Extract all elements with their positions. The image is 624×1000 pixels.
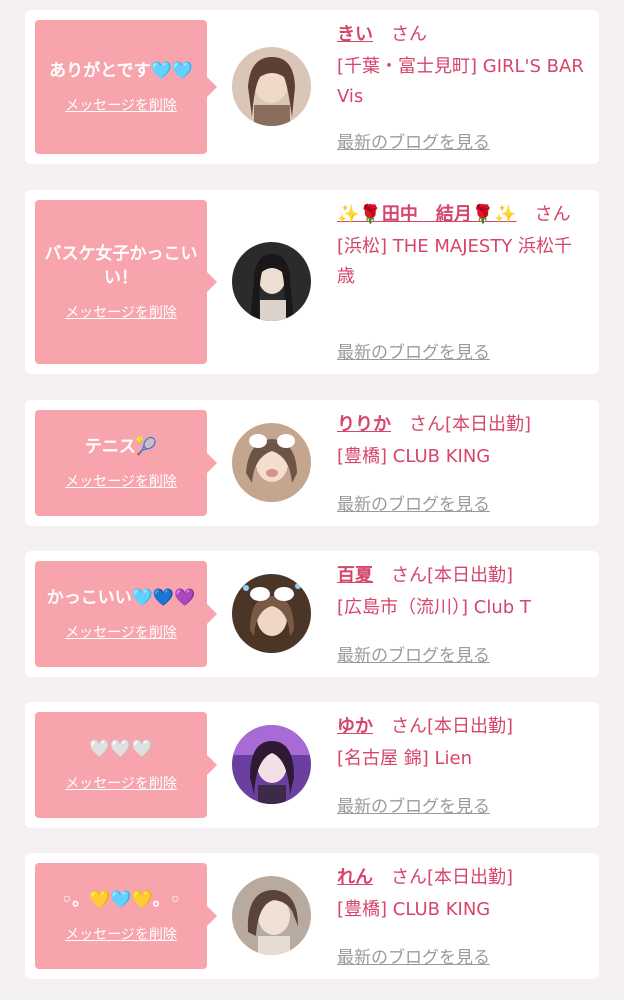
shop-name: [豊橋] CLUB KING [337, 899, 491, 920]
attendance-status: [本日出勤] [427, 565, 514, 586]
message-text: 🤍🤍🤍 [89, 739, 153, 759]
view-blog-link[interactable]: 最新のブログを見る [337, 490, 490, 515]
shop-name: [浜松] THE MAJESTY 浜松千歳 [337, 236, 573, 287]
shop-name: [豊橋] CLUB KING [337, 446, 491, 467]
avatar[interactable] [232, 423, 311, 502]
message-card: かっこいい🩵💙💜 メッセージを削除 百夏 さん[本日出勤] [広島市（流川）] C… [25, 551, 599, 677]
avatar[interactable] [232, 876, 311, 955]
shop-name: [名古屋 錦] Lien [337, 748, 472, 769]
cast-name-link[interactable]: れん [337, 867, 373, 888]
avatar[interactable] [232, 725, 311, 804]
cast-name-link[interactable]: ✨🌹田中 結月🌹✨ [337, 204, 517, 225]
honorific-label: さん [534, 204, 571, 225]
view-blog-link[interactable]: 最新のブログを見る [337, 338, 490, 363]
message-card: ありがとです🩵🩵 メッセージを削除 きい さん [千葉・富士見町] GIRL'S … [25, 10, 599, 164]
avatar[interactable] [232, 242, 311, 321]
message-text: ◦。💛🩵💛。◦ [61, 890, 181, 910]
avatar-photo [232, 242, 311, 321]
message-bubble: ありがとです🩵🩵 メッセージを削除 [35, 20, 217, 154]
view-blog-link[interactable]: 最新のブログを見る [337, 128, 490, 153]
profile-info: れん さん[本日出勤] [豊橋] CLUB KING [337, 863, 585, 925]
avatar-photo [232, 423, 311, 502]
shop-name: [千葉・富士見町] GIRL'S BAR Vis [337, 56, 584, 107]
honorific-label: さん [391, 867, 427, 888]
avatar[interactable] [232, 47, 311, 126]
message-text: バスケ女子かっこいい！ [44, 244, 198, 288]
profile-info: りりか さん[本日出勤] [豊橋] CLUB KING [337, 410, 585, 472]
delete-message-link[interactable]: メッセージを削除 [65, 924, 177, 944]
message-bubble: 🤍🤍🤍 メッセージを削除 [35, 712, 217, 818]
avatar-photo [232, 876, 311, 955]
message-bubble: ◦。💛🩵💛。◦ メッセージを削除 [35, 863, 217, 969]
message-card: バスケ女子かっこいい！ メッセージを削除 ✨🌹田中 結月🌹✨ さん [浜松] TH… [25, 190, 599, 374]
message-text: ありがとです🩵🩵 [49, 61, 193, 81]
delete-message-link[interactable]: メッセージを削除 [65, 773, 177, 793]
cast-name-link[interactable]: りりか [337, 414, 391, 435]
cast-name-link[interactable]: 百夏 [337, 565, 373, 586]
attendance-status: [本日出勤] [427, 867, 514, 888]
message-card: ◦。💛🩵💛。◦ メッセージを削除 れん さん[本日出勤] [豊橋] CLUB KI… [25, 853, 599, 979]
message-list: ありがとです🩵🩵 メッセージを削除 きい さん [千葉・富士見町] GIRL'S … [0, 0, 624, 1000]
profile-info: きい さん [千葉・富士見町] GIRL'S BAR Vis [337, 20, 585, 112]
shop-name: [広島市（流川）] Club T [337, 597, 531, 618]
message-text: かっこいい🩵💙💜 [46, 588, 196, 608]
delete-message-link[interactable]: メッセージを削除 [65, 471, 177, 491]
honorific-label: さん [391, 565, 427, 586]
honorific-label: さん [391, 716, 427, 737]
profile-info: ゆか さん[本日出勤] [名古屋 錦] Lien [337, 712, 585, 774]
attendance-status: [本日出勤] [427, 716, 514, 737]
message-bubble: かっこいい🩵💙💜 メッセージを削除 [35, 561, 217, 667]
message-bubble: テニス🎾 メッセージを削除 [35, 410, 217, 516]
avatar-photo [232, 725, 311, 804]
cast-name-link[interactable]: ゆか [337, 716, 373, 737]
avatar[interactable] [232, 574, 311, 653]
message-bubble: バスケ女子かっこいい！ メッセージを削除 [35, 200, 217, 364]
delete-message-link[interactable]: メッセージを削除 [65, 622, 177, 642]
profile-info: 百夏 さん[本日出勤] [広島市（流川）] Club T [337, 561, 585, 623]
delete-message-link[interactable]: メッセージを削除 [65, 95, 177, 115]
avatar-photo [232, 574, 311, 653]
cast-name-link[interactable]: きい [337, 24, 373, 45]
profile-info: ✨🌹田中 結月🌹✨ さん [浜松] THE MAJESTY 浜松千歳 [337, 200, 585, 292]
message-text: テニス🎾 [84, 437, 158, 457]
message-card: 🤍🤍🤍 メッセージを削除 ゆか さん[本日出勤] [名古屋 錦] Lien 最新の… [25, 702, 599, 828]
message-card: テニス🎾 メッセージを削除 りりか さん[本日出勤] [豊橋] CLUB KING… [25, 400, 599, 526]
delete-message-link[interactable]: メッセージを削除 [65, 302, 177, 322]
attendance-status: [本日出勤] [445, 414, 532, 435]
honorific-label: さん [409, 414, 445, 435]
view-blog-link[interactable]: 最新のブログを見る [337, 792, 490, 817]
view-blog-link[interactable]: 最新のブログを見る [337, 943, 490, 968]
avatar-photo [232, 47, 311, 126]
view-blog-link[interactable]: 最新のブログを見る [337, 641, 490, 666]
honorific-label: さん [391, 24, 427, 45]
